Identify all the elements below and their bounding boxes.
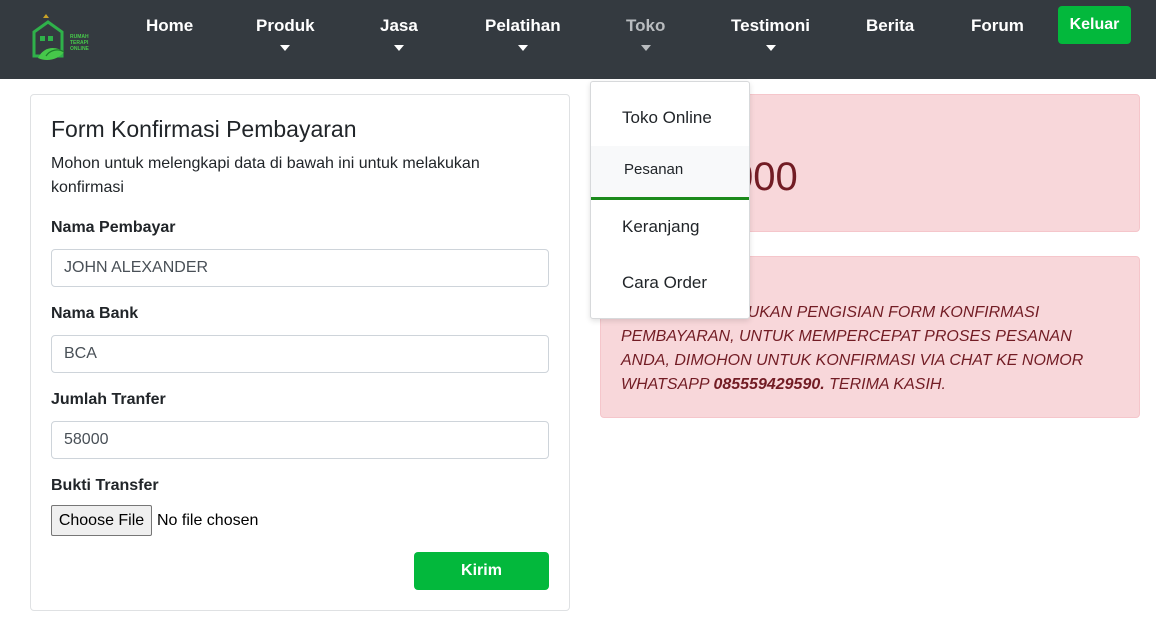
bank-name-label: Nama Bank — [51, 305, 139, 322]
nav-home-label: Home — [146, 16, 194, 35]
note-line-4-suffix: TERIMA KASIH. — [824, 376, 946, 393]
payer-name-label: Nama Pembayar — [51, 219, 176, 236]
nav-pelatihan-label: Pelatihan — [485, 16, 561, 35]
payment-confirmation-card: Form Konfirmasi Pembayaran Mohon untuk m… — [30, 94, 570, 611]
nav-berita-label: Berita — [866, 16, 915, 35]
nav-jasa[interactable]: Jasa — [380, 16, 418, 51]
nav-produk[interactable]: Produk — [256, 16, 315, 51]
caret-down-icon — [393, 45, 404, 51]
nav-testimoni-label: Testimoni — [731, 16, 811, 35]
transfer-amount-label: Jumlah Tranfer — [51, 391, 166, 408]
caret-down-icon — [517, 45, 528, 51]
site-logo-icon[interactable]: RUMAH TERAPI ONLINE — [30, 12, 102, 64]
submit-button[interactable]: Kirim — [414, 552, 549, 590]
note-line-2: PEMBAYARAN, UNTUK MEMPERCEPAT PROSES PES… — [621, 328, 1072, 345]
nav-forum[interactable]: Forum — [971, 16, 1024, 36]
toko-dropdown-menu: Toko Online Pesanan Keranjang Cara Order — [590, 81, 750, 319]
nav-berita[interactable]: Berita — [866, 16, 914, 36]
logout-button[interactable]: Keluar — [1058, 6, 1131, 44]
form-title: Form Konfirmasi Pembayaran — [51, 116, 357, 142]
dropdown-item-toko-online[interactable]: Toko Online — [591, 108, 749, 128]
caret-down-icon — [640, 45, 651, 51]
transfer-proof-label: Bukti Transfer — [51, 477, 159, 494]
nav-jasa-label: Jasa — [380, 16, 418, 35]
nav-toko-label: Toko — [626, 16, 666, 35]
note-line-4: WHATSAPP 085559429590. TERIMA KASIH. — [621, 373, 1121, 397]
svg-text:ONLINE: ONLINE — [70, 46, 90, 52]
caret-down-icon — [765, 45, 776, 51]
nav-home[interactable]: Home — [146, 16, 193, 36]
bank-name-input[interactable] — [51, 335, 549, 373]
nav-toko[interactable]: Toko — [626, 16, 665, 51]
nav-forum-label: Forum — [971, 16, 1024, 35]
dropdown-item-cara-order[interactable]: Cara Order — [591, 273, 749, 293]
whatsapp-number: 085559429590. — [713, 376, 825, 393]
file-status-text: No file chosen — [157, 512, 259, 529]
caret-down-icon — [280, 45, 291, 51]
nav-produk-label: Produk — [256, 16, 315, 35]
form-description: Mohon untuk melengkapi data di bawah ini… — [51, 155, 480, 196]
payer-name-input[interactable] — [51, 249, 549, 287]
dropdown-item-keranjang[interactable]: Keranjang — [591, 217, 749, 237]
nav-testimoni[interactable]: Testimoni — [731, 16, 810, 51]
choose-file-button[interactable]: Choose File — [51, 505, 152, 536]
note-line-4-prefix: WHATSAPP — [621, 376, 714, 393]
transfer-amount-input[interactable] — [51, 421, 549, 459]
nav-pelatihan[interactable]: Pelatihan — [485, 16, 561, 51]
top-navbar: RUMAH TERAPI ONLINE Home Produk Jasa Pel… — [0, 0, 1156, 79]
dropdown-item-pesanan[interactable]: Pesanan — [591, 146, 749, 200]
note-line-3: ANDA, DIMOHON UNTUK KONFIRMASI VIA CHAT … — [621, 352, 1084, 369]
